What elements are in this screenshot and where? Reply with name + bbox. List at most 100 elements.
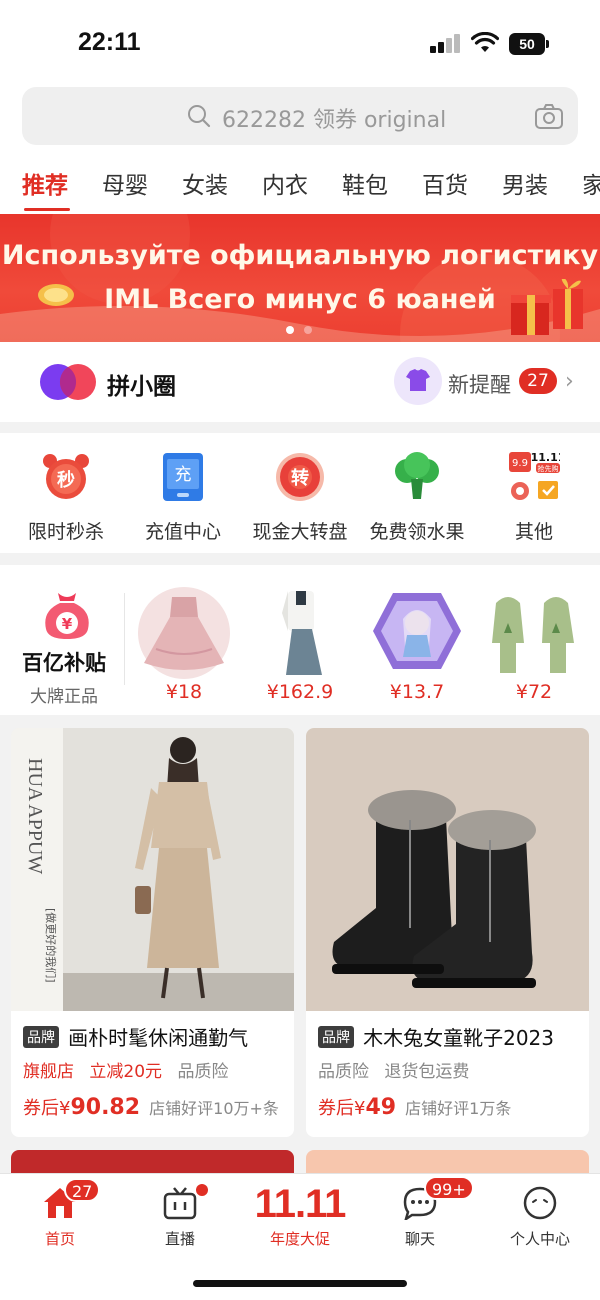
battery-indicator: 50: [509, 33, 545, 55]
subsidy-section[interactable]: ¥ 百亿补贴 大牌正品 ¥18 ¥162.9 ¥13.7 ¥72: [0, 565, 600, 715]
tab-shoes-bags[interactable]: 鞋包: [342, 166, 388, 200]
chat-badge: 99+: [424, 1176, 474, 1200]
subsidy-subtitle: 大牌正品: [30, 687, 98, 707]
price-value: 90.82: [70, 1095, 141, 1120]
tag-free-return-shipping: 退货包运费: [384, 1062, 470, 1082]
woman-beige-dress-image[interactable]: HUA APPUW [做更好的我们]: [11, 728, 294, 1011]
live-dot: [196, 1184, 208, 1196]
tshirt-icon: [394, 357, 442, 405]
brand-tag: 品牌: [318, 1025, 354, 1048]
wifi-icon: [471, 32, 499, 52]
product-card[interactable]: HUA APPUW [做更好的我们] 品牌 画朴时髦休闲通勤气 旗舰店 立减20…: [11, 728, 294, 1137]
tab-recommend[interactable]: 推荐: [22, 166, 68, 200]
subsidy-product[interactable]: ¥18: [125, 579, 243, 709]
home-indicator: [193, 1280, 407, 1287]
tab-women[interactable]: 女装: [182, 166, 228, 200]
tab-promo[interactable]: 11.11 年度大促: [240, 1174, 360, 1254]
quick-link-label: 限时秒杀: [27, 521, 104, 543]
tv-live-icon: [163, 1187, 197, 1220]
money-bag-glyph: ¥: [62, 615, 73, 633]
search-icon: [188, 105, 211, 128]
tab-home[interactable]: 家: [582, 166, 600, 200]
pinxiaoquan-row[interactable]: 拼小圈 新提醒 27 ›: [0, 342, 600, 422]
card-tags: 旗舰店 立减20元 品质险: [23, 1057, 238, 1082]
card-price-row: 券后¥90.82 店铺好评10万+条: [23, 1094, 279, 1120]
subsidy-product[interactable]: ¥72: [475, 579, 593, 709]
quick-link-label: 免费领水果: [369, 521, 465, 543]
home-badge: 27: [64, 1178, 101, 1202]
category-tabs: 推荐 母婴 女装 内衣 鞋包 百货 男装 家: [0, 164, 600, 214]
frozen-toy-box-image: [373, 593, 461, 669]
tag-quality-insurance: 品质险: [318, 1062, 369, 1082]
active-tab-underline: [24, 208, 70, 211]
promo-1111-icon: 11.11: [254, 1182, 347, 1226]
tab-men[interactable]: 男装: [502, 166, 548, 200]
tab-general[interactable]: 百货: [422, 166, 468, 200]
cellular-signal-icon: [430, 33, 462, 53]
alarm-clock-icon: 秒: [43, 454, 89, 499]
tab-underwear[interactable]: 内衣: [262, 166, 308, 200]
more-apps-icon: 9.9 11.11 抢先购: [509, 451, 560, 500]
quick-link-free-fruit[interactable]: 免费领水果: [357, 433, 477, 553]
broccoli-icon: [395, 452, 439, 499]
banner-dot: [304, 326, 312, 334]
status-time: 22:11: [78, 28, 141, 56]
bottom-tabbar: 27 首页 直播 11.11 年度大促 99+ 聊天 个人中心: [0, 1173, 600, 1300]
reminder-count-badge: 27: [519, 368, 557, 394]
spin-wheel-icon: 转: [276, 453, 324, 501]
quick-link-spin-wheel[interactable]: 转 现金大转盘: [240, 433, 360, 553]
gold-coin-icon: [38, 284, 74, 306]
product-price: ¥162.9: [266, 681, 334, 703]
tab-label: 聊天: [404, 1230, 435, 1248]
review-note: 店铺好评10万+条: [149, 1099, 279, 1118]
tab-profile[interactable]: 个人中心: [480, 1174, 600, 1254]
alarm-glyph: 秒: [57, 469, 75, 491]
header-area: 622282 领券 original 推荐 母婴 女装 内衣 鞋包 百货 男装 …: [0, 84, 600, 214]
banner-line1: Используйте официальную логистику: [1, 240, 599, 271]
status-bar: 22:11 50: [0, 0, 600, 84]
tab-chat[interactable]: 99+ 聊天: [360, 1174, 480, 1254]
tab-label: 直播: [164, 1230, 195, 1248]
card-title: 木木兔女童靴子2023: [363, 1026, 554, 1050]
pink-dress-image: [138, 587, 230, 679]
image-side-text: HUA APPUW: [24, 758, 46, 874]
tab-label: 年度大促: [269, 1230, 330, 1248]
chevron-right-icon: ›: [565, 369, 574, 394]
gift-box-icon: [511, 279, 583, 335]
quick-link-label: 充值中心: [144, 521, 221, 543]
tab-home-page[interactable]: 27 首页: [0, 1174, 120, 1254]
subsidy-product[interactable]: ¥162.9: [241, 579, 359, 709]
card-title-row: 品牌 木木兔女童靴子2023: [318, 1022, 583, 1051]
card-tags: 品质险 退货包运费: [318, 1057, 479, 1082]
black-kids-boots-image[interactable]: [306, 728, 589, 1011]
tag-1111-text: 11.11: [531, 451, 560, 464]
tag-flagship: 旗舰店: [23, 1062, 74, 1082]
spin-glyph: 转: [291, 467, 309, 489]
banner-dot-active: [286, 326, 294, 334]
brand-tag: 品牌: [23, 1025, 59, 1048]
card-price-row: 券后¥49 店铺好评1万条: [318, 1094, 511, 1120]
tag-99-text: 9.9: [512, 458, 528, 469]
banner-pagination: [286, 326, 316, 334]
subsidy-product[interactable]: ¥13.7: [358, 579, 476, 709]
price-prefix: 券后¥: [23, 1098, 71, 1119]
battery-tip: [546, 40, 549, 48]
tag-sub-text: 抢先购: [538, 464, 559, 473]
profile-face-icon: [523, 1186, 557, 1220]
kids-pajamas-image: [492, 597, 574, 673]
product-card[interactable]: 品牌 木木兔女童靴子2023 品质险 退货包运费 券后¥49 店铺好评1万条: [306, 728, 589, 1137]
card-title: 画朴时髦休闲通勤气: [68, 1026, 249, 1050]
quick-link-flash-sale[interactable]: 秒 限时秒杀: [6, 433, 126, 553]
pinxiaoquan-logo-icon: [40, 364, 96, 400]
product-price: ¥13.7: [389, 681, 445, 703]
quick-link-recharge[interactable]: 充 充值中心: [123, 433, 243, 553]
tab-live[interactable]: 直播: [120, 1174, 240, 1254]
quick-link-more[interactable]: 9.9 11.11 抢先购 其他: [474, 433, 594, 553]
subsidy-title: 百亿补贴: [22, 651, 106, 675]
search-bar[interactable]: 622282 领券 original: [22, 87, 578, 145]
price-prefix: 券后¥: [318, 1098, 366, 1119]
tag-discount: 立减20元: [89, 1062, 163, 1082]
tab-baby[interactable]: 母婴: [102, 166, 148, 200]
quick-link-label: 现金大转盘: [252, 521, 348, 543]
camera-icon[interactable]: [534, 102, 564, 130]
